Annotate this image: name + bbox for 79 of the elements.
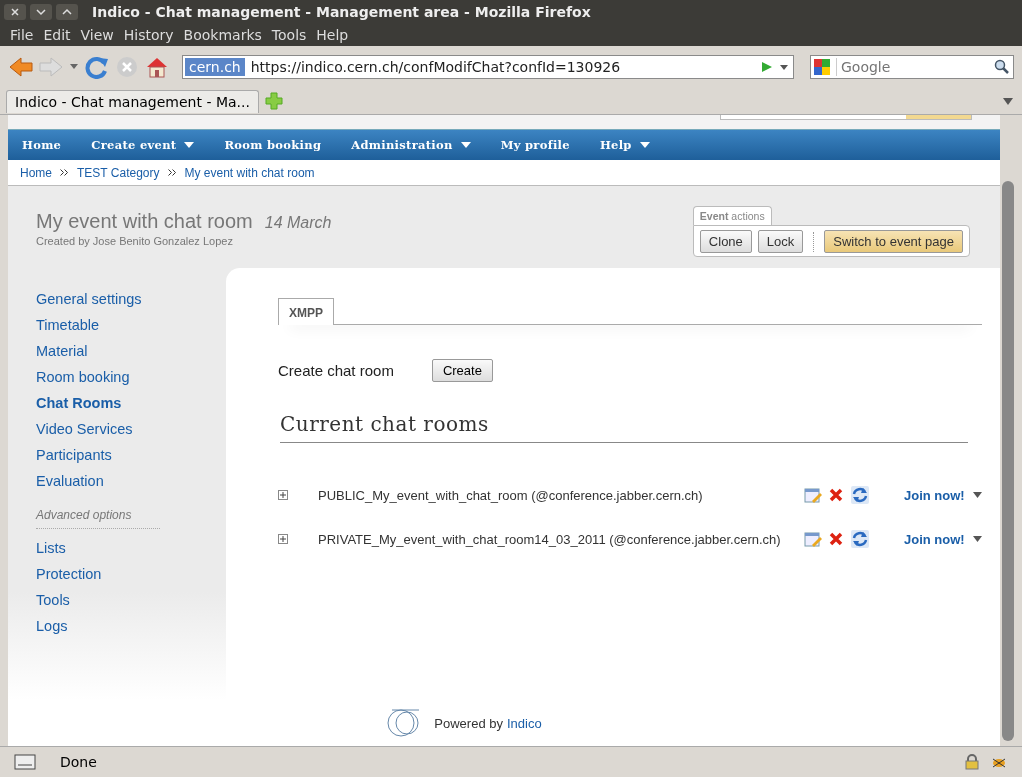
content-tab[interactable]: XMPP <box>278 298 334 325</box>
action-button[interactable]: Lock <box>757 230 804 253</box>
menu-item[interactable]: Edit <box>43 27 71 43</box>
edit-icon[interactable] <box>804 486 822 504</box>
sidebar-link[interactable]: Chat Rooms <box>36 390 226 416</box>
refresh-icon[interactable] <box>850 529 870 549</box>
search-engine-icon[interactable] <box>814 59 832 75</box>
caret-icon[interactable] <box>972 536 982 542</box>
footer-link[interactable]: Indico <box>506 715 542 731</box>
event-creator: Created by Jose Benito Gonzalez Lopez <box>36 235 234 247</box>
delete-icon[interactable] <box>828 487 844 503</box>
minimize-icon[interactable] <box>30 4 52 20</box>
caret-icon[interactable] <box>1002 95 1014 107</box>
join-link[interactable]: Join now! <box>904 531 965 547</box>
menu-item[interactable]: View <box>80 27 114 43</box>
sidebar-link[interactable]: Video Services <box>36 416 226 442</box>
join-link[interactable]: Join now! <box>904 487 965 503</box>
chat-room-name: PUBLIC_My_event_with_chat_room (@conference.jabber.cern.ch) <box>318 487 704 503</box>
menu-item[interactable]: Tools <box>271 27 307 43</box>
nav-item[interactable]: My profile <box>500 138 570 152</box>
close-icon[interactable] <box>4 4 26 20</box>
expand-icon[interactable] <box>278 534 288 544</box>
search-icon[interactable] <box>994 59 1010 75</box>
nav-item[interactable]: Room booking <box>224 138 322 152</box>
caret-icon <box>460 141 471 149</box>
menu-item[interactable]: File <box>10 27 34 43</box>
sidebar-link[interactable]: Room booking <box>36 364 226 390</box>
sidebar-link[interactable]: Timetable <box>36 312 226 338</box>
sidebar-link[interactable]: Lists <box>36 535 226 561</box>
nav-item[interactable]: Create event <box>91 138 195 152</box>
lock-icon <box>964 754 980 770</box>
logo-icon <box>386 706 421 740</box>
maximize-icon[interactable] <box>56 4 78 20</box>
nav-item[interactable]: Administration <box>351 138 471 152</box>
breadcrumb-link[interactable]: Home <box>20 165 52 180</box>
caret-icon[interactable] <box>972 492 982 498</box>
window-title: Indico - Chat management - Management area - Mozilla Firefox <box>92 4 591 20</box>
event-title: My event with chat room <box>36 210 253 233</box>
search-bar[interactable]: Google <box>810 55 1014 79</box>
sidebar-link[interactable]: Tools <box>36 587 226 613</box>
action-button[interactable]: Clone <box>699 230 752 253</box>
scrollbar-thumb[interactable] <box>1002 181 1014 741</box>
action-button[interactable]: Switch to event page <box>824 230 963 253</box>
caret-icon <box>639 141 650 149</box>
status-text: Done <box>60 754 97 770</box>
reload-icon[interactable] <box>84 55 110 79</box>
create-label: Create chat room <box>278 362 394 379</box>
browser-tab[interactable]: Indico - Chat management - Ma... <box>6 89 259 113</box>
event-date: 14 March <box>264 214 332 232</box>
chevron-icon <box>167 169 177 176</box>
caret-icon <box>184 141 195 149</box>
sidebar-link[interactable]: Evaluation <box>36 468 226 494</box>
breadcrumb-link[interactable]: My event with chat room <box>184 165 315 180</box>
create-button[interactable]: Create <box>431 359 493 382</box>
refresh-icon[interactable] <box>850 485 870 505</box>
nav-item[interactable]: Home <box>22 138 62 152</box>
menu-item[interactable]: History <box>123 27 174 43</box>
nav-item[interactable]: Help <box>599 138 650 152</box>
sidebar-link[interactable]: Protection <box>36 561 226 587</box>
footer-text: Powered by <box>434 715 503 731</box>
sidebar-link[interactable]: Participants <box>36 442 226 468</box>
sidebar-link[interactable]: General settings <box>36 286 226 312</box>
delete-icon[interactable] <box>828 531 844 547</box>
sidebar-link[interactable]: Material <box>36 338 226 364</box>
expand-icon[interactable] <box>278 490 288 500</box>
scrollbar[interactable] <box>1000 115 1016 746</box>
edit-icon[interactable] <box>804 530 822 548</box>
menu-item[interactable]: Help <box>316 27 349 43</box>
breadcrumb-link[interactable]: TEST Category <box>77 165 160 180</box>
chevron-icon <box>60 169 69 176</box>
address-field[interactable]: cern.ch https://indico.cern.ch/confModifChat?confId=130926 <box>182 55 794 79</box>
keyboard-icon <box>14 754 36 770</box>
chat-room-name: PRIVATE_My_event_with_chat_room14_03_2011 (@conference.jabber.cern.ch) <box>318 531 782 547</box>
go-icon[interactable] <box>761 61 773 73</box>
back-arrow-icon[interactable] <box>8 55 34 79</box>
sidebar-link[interactable]: Logs <box>36 613 226 639</box>
menu-item[interactable]: Bookmarks <box>183 27 262 43</box>
sidebar-heading: Advanced options <box>36 494 160 529</box>
section-heading: Current chat rooms <box>280 412 968 443</box>
